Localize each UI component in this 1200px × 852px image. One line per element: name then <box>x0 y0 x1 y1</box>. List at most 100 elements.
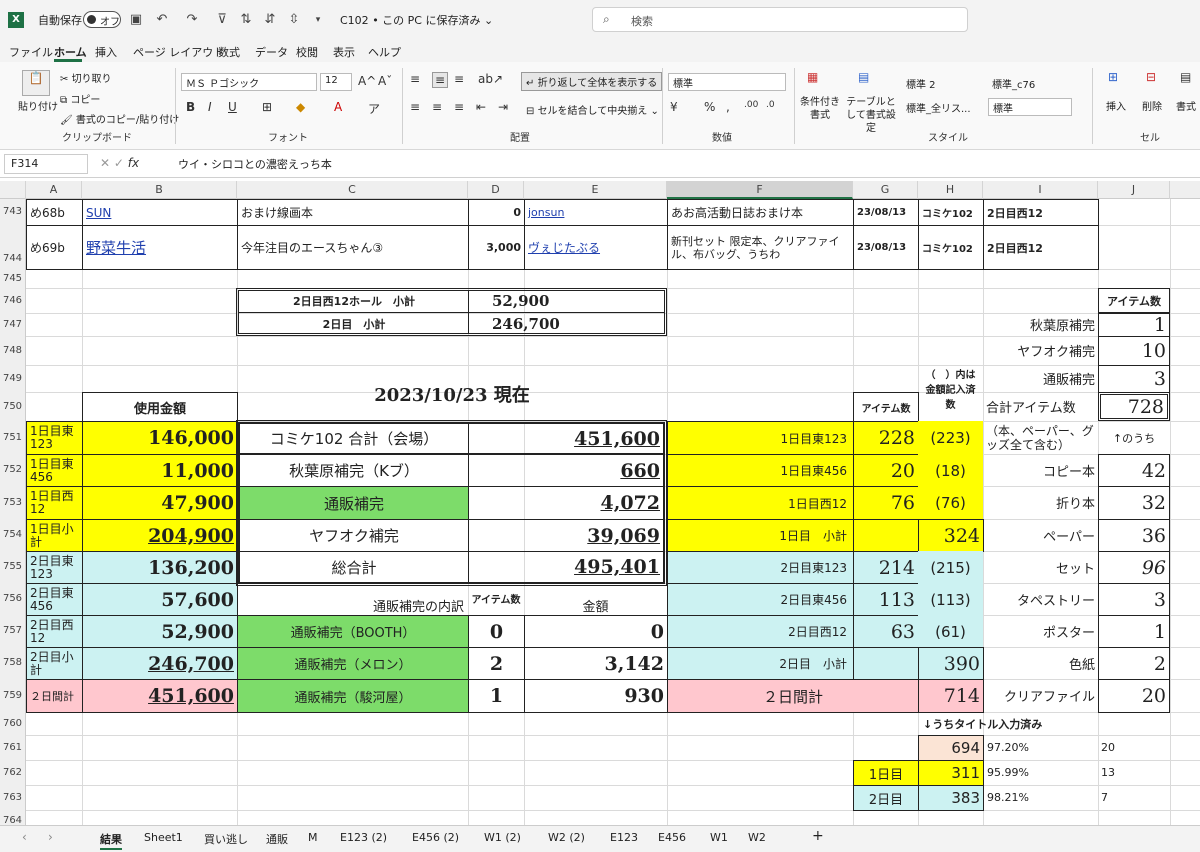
item-label[interactable]: 2日目東456 <box>667 583 854 616</box>
item-filled[interactable]: (215) <box>918 551 983 584</box>
border-icon[interactable]: ⊞ <box>262 100 272 114</box>
italic-icon[interactable]: I <box>208 100 212 114</box>
mail-amount[interactable]: 3,142 <box>524 647 668 680</box>
column-header[interactable]: C <box>237 181 468 199</box>
total-value[interactable]: 39,069 <box>468 519 664 552</box>
title-count[interactable]: 311 <box>918 760 984 786</box>
sheet-tab[interactable]: W1 <box>710 831 728 844</box>
item-count[interactable]: 76 <box>853 486 919 520</box>
twitter-link[interactable]: jonsun <box>524 199 668 226</box>
row-header[interactable]: 761 <box>0 735 26 760</box>
item-label[interactable]: ２日間計 <box>667 679 919 713</box>
subtotal-label[interactable]: 2日目 小計 <box>240 314 468 334</box>
item-label[interactable]: 1日目東456 <box>667 454 854 487</box>
tab-data[interactable]: データ <box>255 44 288 60</box>
right-note[interactable]: ↑のうち <box>1098 421 1170 454</box>
usage-label[interactable]: 2日目東456 <box>26 583 83 616</box>
row-header[interactable]: 763 <box>0 785 26 810</box>
wrap-text-button[interactable]: ↵ 折り返して全体を表示する <box>521 72 663 91</box>
name-box[interactable]: F314 <box>4 154 88 174</box>
usage-header[interactable]: 使用金額 <box>82 392 238 422</box>
title-extra[interactable]: 13 <box>1098 760 1170 785</box>
right-label[interactable]: ヤフオク補完 <box>983 336 1098 365</box>
mail-amount[interactable]: 930 <box>524 679 668 713</box>
item-label[interactable]: 2日目 小計 <box>667 647 854 680</box>
item-count[interactable] <box>853 519 919 552</box>
event-cell[interactable]: コミケ102 <box>918 199 984 226</box>
column-header[interactable]: G <box>853 181 918 199</box>
decrease-indent-icon[interactable]: ⇤ <box>476 100 486 114</box>
percent-icon[interactable]: % <box>704 100 715 114</box>
twitter-link[interactable]: ヴぇじたぶる <box>524 225 668 270</box>
sheet-tab[interactable]: 買い逃し <box>204 831 248 847</box>
add-sheet-button[interactable]: + <box>812 828 824 844</box>
style-normal-2[interactable]: 標準 2 <box>906 76 936 91</box>
sort-custom-icon[interactable]: ⇳ <box>286 12 302 28</box>
mail-header-label[interactable]: 通販補完の内訳 <box>237 594 468 616</box>
booth-cell[interactable]: め69b <box>26 225 83 270</box>
right-label[interactable]: コピー本 <box>983 454 1098 486</box>
style-normal-c76[interactable]: 標準_c76 <box>992 76 1035 91</box>
column-header[interactable]: H <box>918 181 983 199</box>
total-value[interactable]: 4,072 <box>468 486 664 520</box>
tab-review[interactable]: 校閲 <box>296 44 318 60</box>
date-title[interactable]: 2023/10/23 現在 <box>237 379 667 409</box>
mail-label[interactable]: 通販補完（メロン） <box>237 647 469 680</box>
tab-home[interactable]: ホーム <box>54 44 87 60</box>
delete-cells-icon[interactable]: ⊟ <box>1146 70 1156 84</box>
right-label[interactable]: （本、ペーパー、グッズ全て含む） <box>983 421 1098 454</box>
mail-items[interactable]: 0 <box>468 615 525 648</box>
font-color-icon[interactable]: A <box>334 100 342 114</box>
sheet-tab[interactable]: E456 <box>658 831 686 844</box>
right-label[interactable]: タペストリー <box>983 583 1098 615</box>
tab-file[interactable]: ファイル <box>9 44 53 60</box>
usage-label[interactable]: 2日目小計 <box>26 647 83 680</box>
price-cell[interactable]: 3,000 <box>468 225 525 270</box>
title-extra[interactable]: 7 <box>1098 785 1170 810</box>
row-header[interactable]: 746 <box>0 288 26 313</box>
font-name-select[interactable]: ＭＳ Ｐゴシック <box>181 73 317 91</box>
subtotal-value[interactable]: 246,700 <box>472 314 662 334</box>
usage-label[interactable]: 1日目西12 <box>26 486 83 520</box>
redo-icon[interactable]: ↷ <box>184 12 200 28</box>
right-value[interactable]: 42 <box>1098 454 1170 487</box>
item-label[interactable]: 2日目東123 <box>667 551 854 584</box>
row-header[interactable]: 743 <box>0 199 26 225</box>
right-value[interactable]: 20 <box>1098 679 1170 713</box>
item-filled[interactable]: 324 <box>918 519 984 552</box>
right-header[interactable]: アイテム数 <box>1098 288 1170 313</box>
item-label[interactable]: 1日目 小計 <box>667 519 854 552</box>
item-filled[interactable]: (18) <box>918 454 983 487</box>
autosave-toggle[interactable]: オフ <box>83 11 121 28</box>
mail-header-amount[interactable]: 金額 <box>524 594 667 616</box>
tab-view[interactable]: 表示 <box>333 44 355 60</box>
row-header[interactable]: 756 <box>0 583 26 615</box>
column-header-selected[interactable]: F <box>667 181 853 199</box>
style-normal-list[interactable]: 標準_全リス... <box>906 100 971 115</box>
align-bottom-icon[interactable]: ≡ <box>454 72 464 86</box>
items-header[interactable]: アイテム数 <box>853 392 919 422</box>
copy-button[interactable]: ⧉ コピー <box>60 91 100 106</box>
usage-value[interactable]: 52,900 <box>82 615 238 648</box>
row-header[interactable]: 759 <box>0 679 26 712</box>
usage-value[interactable]: 146,000 <box>82 421 238 455</box>
sort-asc-icon[interactable]: ⇅ <box>238 12 254 28</box>
title-cell[interactable]: おまけ線画本 <box>237 199 469 226</box>
row-header[interactable]: 749 <box>0 365 26 392</box>
row-header[interactable]: 751 <box>0 421 26 454</box>
right-value-total[interactable]: 728 <box>1098 392 1170 421</box>
sheet-tab[interactable]: 通販 <box>266 831 288 847</box>
column-header[interactable]: I <box>983 181 1098 199</box>
mail-amount[interactable]: 0 <box>524 615 668 648</box>
sheet-tab[interactable]: E123 <box>610 831 638 844</box>
align-top-icon[interactable]: ≡ <box>410 72 420 86</box>
right-label[interactable]: 秋葉原補完 <box>983 313 1098 336</box>
align-middle-icon[interactable]: ≡ <box>432 72 448 88</box>
sheet-tab[interactable]: Sheet1 <box>144 831 183 844</box>
mail-label[interactable]: 通販補完（駿河屋） <box>237 679 469 713</box>
format-table-icon[interactable]: ▤ <box>858 70 869 84</box>
note-cell[interactable]: あお高活動日誌おまけ本 <box>667 199 854 226</box>
usage-value[interactable]: 136,200 <box>82 551 238 584</box>
orientation-icon[interactable]: ab↗ <box>478 72 503 86</box>
usage-label[interactable]: ２日間計 <box>26 679 83 713</box>
